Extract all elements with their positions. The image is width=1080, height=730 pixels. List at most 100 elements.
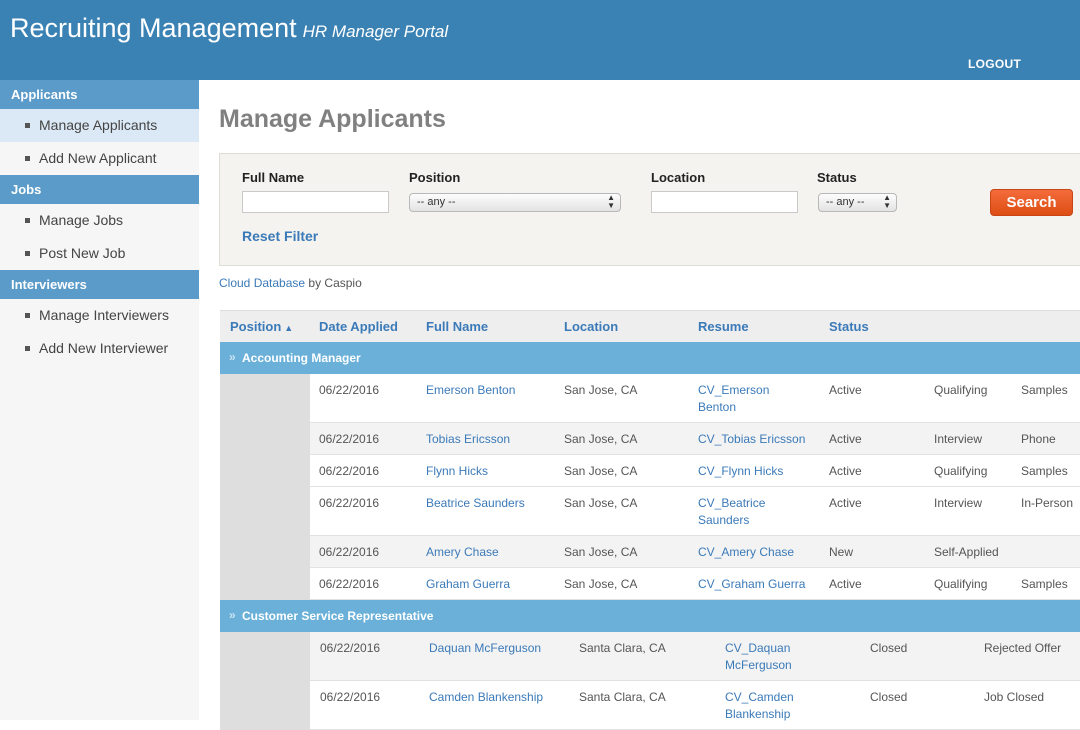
position-select-value: -- any -- [417,196,456,208]
group-rows: 06/22/2016 Daquan McFerguson Santa Clara… [220,632,1080,730]
status-cell: Active [829,464,862,478]
extra-cell: Samples [1021,383,1068,397]
sidebar-item-manage-interviewers[interactable]: Manage Interviewers [0,299,199,332]
sidebar-item-label: Add New Applicant [39,150,157,166]
full-name-input[interactable] [242,191,389,213]
sidebar-item-add-interviewer[interactable]: Add New Interviewer [0,332,199,365]
location-cell: San Jose, CA [564,577,638,591]
bullet-icon [25,156,30,161]
group-row-customer-service-representative[interactable]: » Customer Service Representative [220,600,1080,632]
resume-link[interactable]: CV_Flynn Hicks [698,463,783,480]
column-header-date-applied[interactable]: Date Applied [319,319,398,334]
extra-cell: In-Person [1021,496,1074,510]
stage-cell: Rejected Offer [984,641,1062,655]
status-cell: New [829,545,854,559]
bullet-icon [25,346,30,351]
name-link[interactable]: Flynn Hicks [426,463,488,480]
table-row: 06/22/2016 Emerson Benton San Jose, CA C… [310,374,1080,423]
status-select[interactable]: -- any -- ▲ ▼ [818,193,897,212]
bullet-icon [25,123,30,128]
column-header-position[interactable]: Position ▲ [230,319,293,334]
name-link[interactable]: Beatrice Saunders [426,495,525,512]
app-subtitle: HR Manager Portal [302,22,449,41]
extra-cell: Phone [1021,432,1056,446]
stage-cell: Qualifying [934,577,988,591]
group-rows: 06/22/2016 Emerson Benton San Jose, CA C… [220,374,1080,600]
location-input[interactable] [651,191,798,213]
table-row: 06/22/2016 Beatrice Saunders San Jose, C… [310,487,1080,536]
location-cell: Santa Clara, CA [579,641,666,655]
select-arrows-icon: ▲ ▼ [607,193,615,210]
bullet-icon [25,313,30,318]
app-header: Recruiting Management HR Manager Portal L… [0,0,1080,80]
date-cell: 06/22/2016 [319,432,380,446]
group-label: Accounting Manager [242,351,361,365]
resume-link[interactable]: CV_Tobias Ericsson [698,431,805,448]
table-header: Position ▲ Date Applied Full Name Locatio… [220,310,1080,342]
resume-link[interactable]: CV_Graham Guerra [698,576,805,593]
name-link[interactable]: Tobias Ericsson [426,431,510,448]
extra-cell: Samples [1021,577,1068,591]
name-link[interactable]: Camden Blankenship [429,689,543,706]
location-cell: San Jose, CA [564,432,638,446]
name-link[interactable]: Daquan McFerguson [429,640,541,657]
column-header-location[interactable]: Location [564,319,618,334]
position-select[interactable]: -- any -- ▲ ▼ [409,193,621,212]
column-header-full-name[interactable]: Full Name [426,319,488,334]
table-row: 06/22/2016 Daquan McFerguson Santa Clara… [310,632,1080,681]
powered-by: Cloud Database by Caspio [219,276,362,290]
sort-ascending-icon: ▲ [284,323,294,333]
cloud-database-link[interactable]: Cloud Database [219,276,305,290]
date-cell: 06/22/2016 [319,383,380,397]
page-title: Manage Applicants [219,105,446,133]
sidebar-item-manage-jobs[interactable]: Manage Jobs [0,204,199,237]
resume-link[interactable]: CV_Emerson Benton [698,382,769,416]
sidebar-item-label: Add New Interviewer [39,340,169,356]
stage-cell: Self-Applied [934,545,999,559]
applicants-table: Position ▲ Date Applied Full Name Locatio… [220,310,1080,730]
name-link[interactable]: Graham Guerra [426,576,510,593]
location-cell: Santa Clara, CA [579,690,666,704]
sidebar-item-label: Manage Applicants [39,117,158,133]
status-cell: Closed [870,641,908,655]
status-cell: Active [829,496,862,510]
location-cell: San Jose, CA [564,496,638,510]
date-cell: 06/22/2016 [319,464,380,478]
sidebar-item-manage-applicants[interactable]: Manage Applicants [0,109,199,142]
sidebar-item-label: Manage Jobs [39,212,124,228]
stage-cell: Qualifying [934,383,988,397]
sidebar-item-label: Manage Interviewers [39,307,169,323]
table-row: 06/22/2016 Amery Chase San Jose, CA CV_A… [310,536,1080,568]
position-label: Position [409,170,461,185]
sidebar-item-add-applicant[interactable]: Add New Applicant [0,142,199,175]
table-row: 06/22/2016 Graham Guerra San Jose, CA CV… [310,568,1080,600]
column-header-resume[interactable]: Resume [698,319,749,334]
resume-link[interactable]: CV_Amery Chase [698,544,794,561]
sidebar-section-jobs: Jobs [0,175,199,204]
sidebar-item-post-job[interactable]: Post New Job [0,237,199,270]
stage-cell: Interview [934,496,983,510]
reset-filter-link[interactable]: Reset Filter [242,228,318,244]
sidebar: Applicants Manage Applicants Add New App… [0,80,199,720]
date-cell: 06/22/2016 [319,545,380,559]
location-cell: San Jose, CA [564,464,638,478]
sidebar-item-label: Post New Job [39,245,126,261]
name-link[interactable]: Emerson Benton [426,382,515,399]
stage-cell: Job Closed [984,690,1045,704]
date-cell: 06/22/2016 [319,577,380,591]
name-link[interactable]: Amery Chase [426,544,499,561]
location-cell: San Jose, CA [564,383,638,397]
column-header-status[interactable]: Status [829,319,869,334]
filter-panel: Full Name Position -- any -- ▲ ▼ Location… [219,153,1080,266]
status-cell: Active [829,577,862,591]
resume-link[interactable]: CV_Beatrice Saunders [698,495,765,529]
chevron-right-icon: » [229,350,236,364]
full-name-label: Full Name [242,170,305,185]
group-row-accounting-manager[interactable]: » Accounting Manager [220,342,1080,374]
logout-link[interactable]: LOGOUT [968,57,1021,71]
resume-link[interactable]: CV_Camden Blankenship [725,689,794,723]
search-button[interactable]: Search [990,189,1073,216]
date-cell: 06/22/2016 [320,641,381,655]
bullet-icon [25,251,30,256]
resume-link[interactable]: CV_Daquan McFerguson [725,640,792,674]
